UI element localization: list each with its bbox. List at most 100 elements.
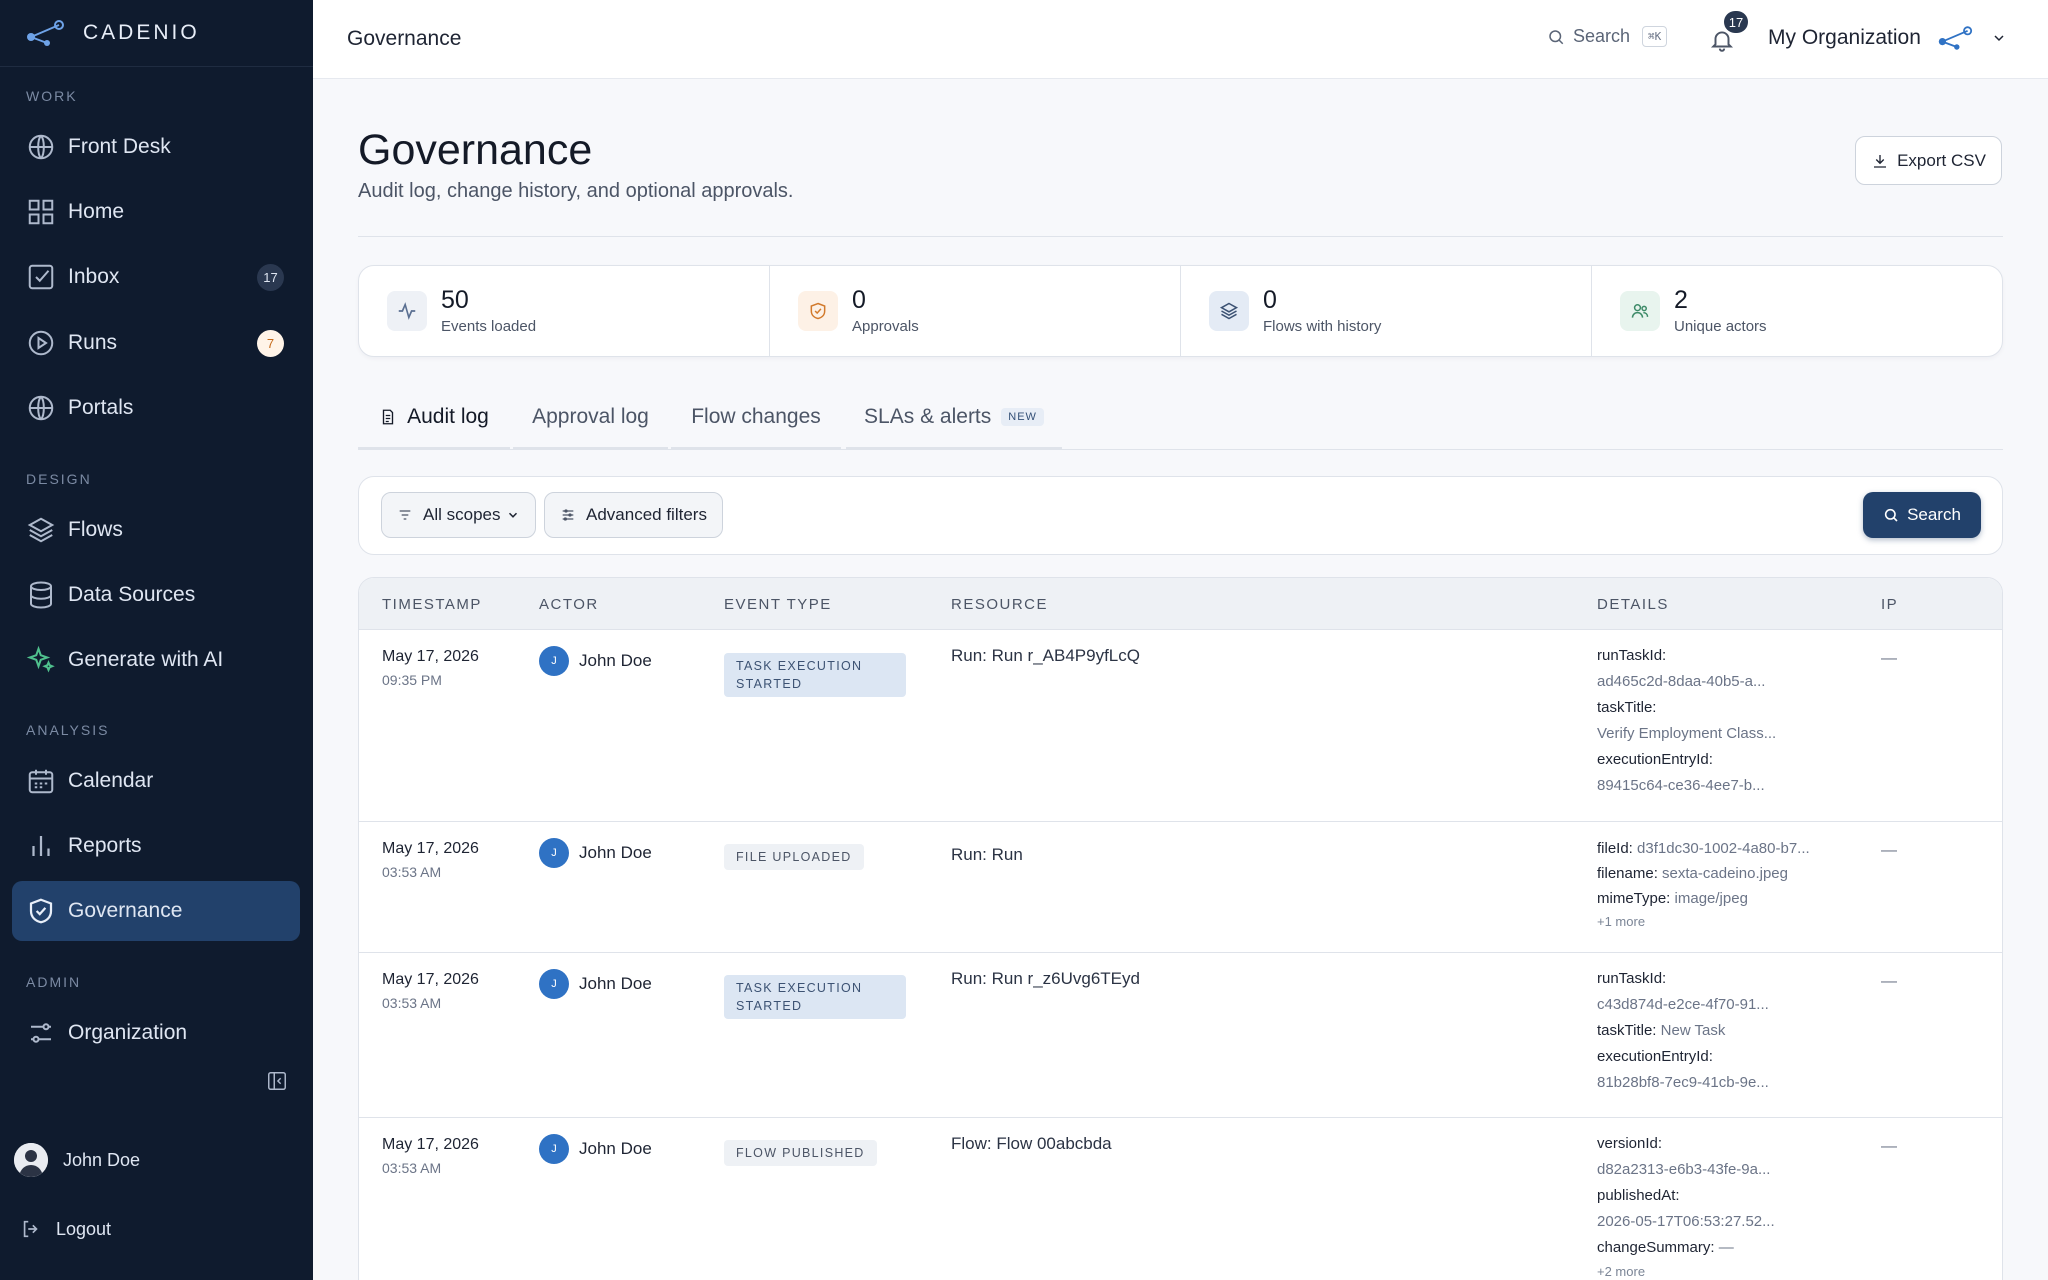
- column-header-timestamp[interactable]: TIMESTAMP: [382, 596, 482, 613]
- timestamp-time: 09:35 PM: [382, 672, 442, 688]
- actor-avatar: J: [539, 838, 569, 868]
- timestamp-cell: May 17, 2026 03:53 AM: [382, 840, 479, 880]
- detail-line: c43d874d-e2ce-4f70-91...: [1597, 992, 1769, 1018]
- show-more-link[interactable]: +2 more: [1597, 1261, 1775, 1280]
- table-row[interactable]: May 17, 2026 03:53 AM J John Doe TASK EX…: [359, 953, 2002, 1118]
- detail-line: executionEntryId:: [1597, 1044, 1769, 1070]
- tab-bar: Audit log Approval log Flow changes SLAs…: [358, 387, 2003, 450]
- table-row[interactable]: May 17, 2026 03:53 AM J John Doe FLOW PU…: [359, 1118, 2002, 1280]
- detail-value: 2026-05-17T06:53:27.52...: [1597, 1213, 1775, 1230]
- search-button[interactable]: Search: [1863, 492, 1981, 538]
- table-header: TIMESTAMP ACTOR EVENT TYPE RESOURCE DETA…: [359, 578, 2002, 630]
- sidebar-item-portals[interactable]: Portals: [12, 378, 300, 438]
- sidebar-item-data-sources[interactable]: Data Sources: [12, 565, 300, 625]
- sidebar-item-label: Flows: [68, 518, 123, 541]
- event-type-line: TASK EXECUTION: [736, 981, 863, 995]
- tab-label: Flow changes: [691, 405, 821, 428]
- sidebar-item-label: Generate with AI: [68, 648, 224, 671]
- brand[interactable]: CADENIO: [0, 0, 313, 67]
- detail-line: versionId:: [1597, 1131, 1775, 1157]
- detail-value: 81b28bf8-7ec9-41cb-9e...: [1597, 1074, 1769, 1091]
- export-csv-button[interactable]: Export CSV: [1855, 136, 2002, 185]
- settings-sliders-icon: [31, 1023, 51, 1043]
- global-search-label: Search: [1573, 26, 1631, 46]
- layers-icon: [1209, 291, 1249, 331]
- globe-icon: [28, 395, 54, 421]
- ip-cell: —: [1881, 973, 1897, 990]
- sidebar-item-inbox[interactable]: Inbox 17: [12, 247, 300, 307]
- global-search-button[interactable]: Search ⌘K: [1547, 26, 1668, 47]
- org-logo-icon: [1938, 26, 1973, 50]
- stat-events-loaded: 50 Events loaded: [359, 266, 770, 356]
- users-icon: [1620, 291, 1660, 331]
- detail-line: 89415c64-ce36-4ee7-b...: [1597, 773, 1776, 799]
- user-profile[interactable]: John Doe: [14, 1143, 140, 1177]
- sidebar-item-front-desk[interactable]: Front Desk: [12, 117, 300, 177]
- advanced-filters-label: Advanced filters: [586, 505, 707, 524]
- details-cell: fileId: d3f1dc30-1002-4a80-b7... filenam…: [1597, 836, 1810, 933]
- stat-value: 50: [441, 285, 469, 314]
- table-row[interactable]: May 17, 2026 03:53 AM J John Doe FILE UP…: [359, 822, 2002, 953]
- tab-audit-log[interactable]: Audit log: [358, 387, 510, 450]
- ip-cell: —: [1881, 650, 1897, 667]
- sidebar-item-governance[interactable]: Governance: [12, 881, 300, 941]
- grid-icon: [28, 199, 54, 225]
- sidebar-item-organization[interactable]: Organization: [12, 1003, 300, 1063]
- organization-switcher[interactable]: My Organization: [1768, 24, 2007, 52]
- detail-line: publishedAt:: [1597, 1183, 1775, 1209]
- scope-filter-dropdown[interactable]: All scopes: [381, 492, 537, 538]
- timestamp-date: May 17, 2026: [382, 648, 479, 665]
- column-header-actor[interactable]: ACTOR: [539, 596, 599, 613]
- stat-value: 0: [1263, 285, 1277, 314]
- sidebar-item-flows[interactable]: Flows: [12, 500, 300, 560]
- event-type-badge: FILE UPLOADED: [724, 844, 864, 871]
- detail-line: d82a2313-e6b3-43fe-9a...: [1597, 1157, 1775, 1183]
- logout-button[interactable]: Logout: [20, 1218, 111, 1240]
- new-badge: NEW: [1001, 408, 1044, 426]
- section-label-admin: ADMIN: [26, 974, 82, 990]
- timestamp-time: 03:53 AM: [382, 995, 442, 1011]
- sidebar-item-reports[interactable]: Reports: [12, 816, 300, 876]
- timestamp-time: 03:53 AM: [382, 1160, 442, 1176]
- sidebar-item-label: Governance: [68, 899, 183, 922]
- download-icon: [1874, 154, 1887, 168]
- event-type-badge: TASK EXECUTION STARTED: [724, 653, 906, 698]
- notification-badge: 17: [1724, 11, 1748, 33]
- details-cell: runTaskId: ad465c2d-8daa-40b5-a... taskT…: [1597, 643, 1776, 799]
- detail-line: mimeType: image/jpeg: [1597, 886, 1810, 911]
- export-csv-label: Export CSV: [1897, 150, 1986, 170]
- collapse-sidebar-icon[interactable]: [266, 1070, 288, 1092]
- column-header-ip[interactable]: IP: [1881, 596, 1898, 613]
- detail-line: filename: sexta-cadeino.jpeg: [1597, 861, 1810, 886]
- show-more-link[interactable]: +1 more: [1597, 911, 1810, 933]
- avatar: [14, 1143, 48, 1177]
- sidebar-item-calendar[interactable]: Calendar: [12, 751, 300, 811]
- tab-approval-log[interactable]: Approval log: [513, 387, 668, 450]
- sidebar-item-home[interactable]: Home: [12, 182, 300, 242]
- detail-line: 2026-05-17T06:53:27.52...: [1597, 1209, 1775, 1235]
- sidebar-item-generate-ai[interactable]: Generate with AI: [12, 630, 300, 690]
- actor-avatar: J: [539, 1134, 569, 1164]
- scope-filter-label: All scopes: [423, 505, 501, 524]
- shortcut-hint: ⌘K: [1642, 26, 1668, 47]
- runs-count-badge: 7: [257, 330, 284, 357]
- resource-cell: Run: Run r_AB4P9yfLcQ: [951, 646, 1140, 665]
- detail-line: runTaskId:: [1597, 643, 1776, 669]
- sidebar-item-runs[interactable]: Runs 7: [12, 313, 300, 373]
- user-name: John Doe: [63, 1149, 141, 1170]
- shield-check-icon: [798, 291, 838, 331]
- tab-flow-changes[interactable]: Flow changes: [671, 387, 841, 450]
- detail-line: taskTitle: New Task: [1597, 1018, 1769, 1044]
- column-header-details[interactable]: DETAILS: [1597, 596, 1669, 613]
- page-subtitle: Audit log, change history, and optional …: [358, 180, 794, 202]
- table-row[interactable]: May 17, 2026 09:35 PM J John Doe TASK EX…: [359, 630, 2002, 822]
- advanced-filters-button[interactable]: Advanced filters: [544, 492, 723, 538]
- detail-key: versionId:: [1597, 1135, 1663, 1152]
- column-header-resource[interactable]: RESOURCE: [951, 596, 1048, 613]
- column-header-event-type[interactable]: EVENT TYPE: [724, 596, 832, 613]
- tab-slas-alerts[interactable]: SLAs & alerts NEW: [846, 387, 1062, 450]
- detail-line: Verify Employment Class...: [1597, 721, 1776, 747]
- org-name: My Organization: [1768, 26, 1921, 49]
- sparkle-icon: [26, 645, 55, 673]
- actor-name: John Doe: [579, 651, 652, 670]
